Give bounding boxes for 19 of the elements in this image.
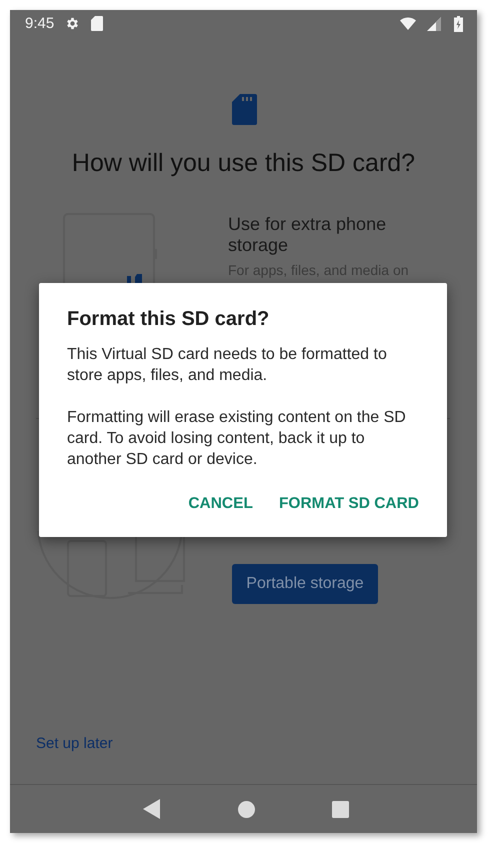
settings-icon bbox=[65, 16, 80, 31]
dialog-button[interactable]: CANCEL bbox=[188, 495, 253, 513]
dialog-button[interactable]: FORMAT SD CARD bbox=[278, 495, 419, 513]
dialog-message: Formatting will erase existing content on the SD card. To avoid losing content, back it up to another SD card or device. bbox=[67, 408, 407, 470]
sd-card-icon bbox=[91, 16, 104, 31]
battery-icon bbox=[454, 16, 463, 32]
page-title: How will you use this SD card? bbox=[70, 148, 416, 179]
option-title: Use for extra phone storage bbox=[228, 214, 388, 256]
dialog-title: Format this SD card? bbox=[67, 307, 270, 332]
sd-card-icon bbox=[232, 94, 257, 125]
recents-icon[interactable] bbox=[332, 800, 348, 818]
home-icon[interactable] bbox=[238, 800, 254, 818]
back-icon[interactable] bbox=[142, 799, 160, 819]
set-up-later-link[interactable]: Set up later bbox=[36, 735, 113, 752]
dialog-message: This Virtual SD card needs to be formatted to store apps, files, and media. bbox=[67, 345, 388, 386]
portable-storage-button[interactable]: Portable storage bbox=[232, 564, 378, 604]
signal-icon bbox=[427, 16, 441, 30]
wifi-icon bbox=[400, 17, 416, 30]
status-time: 9:45 bbox=[25, 15, 54, 32]
